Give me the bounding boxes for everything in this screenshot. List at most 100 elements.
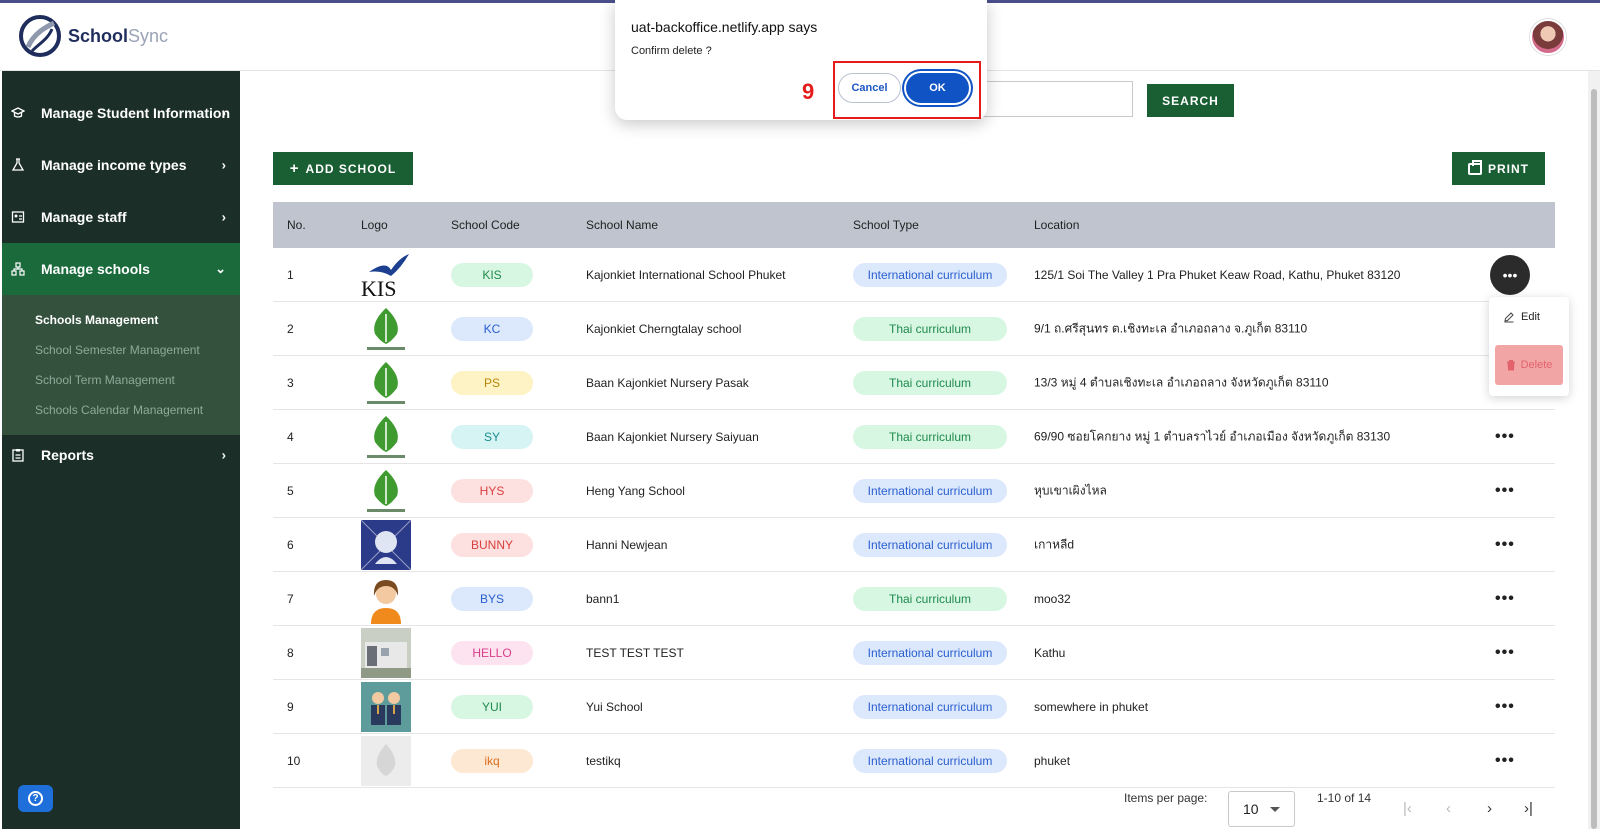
table-header: No. Logo School Code School Name School … <box>273 202 1555 248</box>
trash-icon <box>1506 360 1515 371</box>
school-location: phuket <box>1034 753 1071 768</box>
table-row[interactable]: 8 HELLO TEST TEST TEST International cur… <box>273 626 1555 680</box>
submenu-term-management[interactable]: School Term Management <box>35 373 175 387</box>
school-logo-image <box>361 736 411 786</box>
caret-down-icon <box>1270 807 1280 812</box>
more-actions-icon[interactable]: ••• <box>1495 698 1515 716</box>
school-name: Hanni Newjean <box>586 537 668 552</box>
table-row[interactable]: 1 KIS KIS Kajonkiet International School… <box>273 248 1555 302</box>
scrollbar-thumb[interactable] <box>1591 89 1597 829</box>
school-type-badge: International curriculum <box>853 694 1007 719</box>
edit-menu-item[interactable]: Edit <box>1503 311 1540 323</box>
school-location: somewhere in phuket <box>1034 699 1149 714</box>
sidebar-item-label: Manage schools <box>41 261 150 277</box>
delete-label: Delete <box>1520 359 1553 371</box>
row-number: 3 <box>287 375 294 390</box>
more-actions-icon[interactable]: ••• <box>1490 254 1530 295</box>
more-actions-icon[interactable]: ••• <box>1495 590 1515 608</box>
school-location: 125/1 Soi The Valley 1 Pra Phuket Keaw R… <box>1034 267 1401 282</box>
column-header-logo: Logo <box>361 218 388 232</box>
row-action-menu: Edit Delete <box>1489 297 1569 396</box>
page-scrollbar[interactable] <box>1588 71 1600 829</box>
search-button[interactable]: SEARCH <box>1147 84 1234 117</box>
school-name: testikq <box>586 753 621 768</box>
school-name: Kajonkiet Cherngtalay school <box>586 321 742 336</box>
table-row[interactable]: 4 SY Baan Kajonkiet Nursery Saiyuan Thai… <box>273 410 1555 464</box>
row-number: 4 <box>287 429 294 444</box>
first-page-icon[interactable]: |‹ <box>1403 800 1412 817</box>
submenu-schools-management[interactable]: Schools Management <box>35 313 158 327</box>
sidebar: Manage Student Information › Manage inco… <box>2 71 240 829</box>
delete-menu-item[interactable]: Delete <box>1495 345 1563 385</box>
table-row[interactable]: 10 ikq testikq International curriculum … <box>273 734 1555 788</box>
more-actions-icon[interactable]: ••• <box>1495 428 1515 446</box>
table-row[interactable]: 6 BUNNY Hanni Newjean International curr… <box>273 518 1555 572</box>
sidebar-item-income-types[interactable]: Manage income types › <box>2 139 240 191</box>
table-row[interactable]: 2 KC Kajonkiet Cherngtalay school Thai c… <box>273 302 1555 356</box>
row-number: 2 <box>287 321 294 336</box>
school-type-badge: Thai curriculum <box>853 424 1007 449</box>
print-button[interactable]: PRINT <box>1452 152 1545 185</box>
next-page-icon[interactable]: › <box>1487 800 1492 817</box>
school-name: Baan Kajonkiet Nursery Saiyuan <box>586 429 759 444</box>
id-badge-icon <box>10 209 26 225</box>
school-type-badge: International curriculum <box>853 262 1007 287</box>
school-location: หุบเขาเผิงไหล <box>1034 483 1107 497</box>
column-header-school-code: School Code <box>451 218 520 232</box>
sidebar-item-label: Manage income types <box>41 157 187 173</box>
items-per-page-label: Items per page: <box>1124 791 1208 805</box>
school-code-badge: YUI <box>451 694 533 719</box>
table-row[interactable]: 5 HYS Heng Yang School International cur… <box>273 464 1555 518</box>
school-logo-image: KIS <box>361 250 411 301</box>
more-actions-icon[interactable]: ••• <box>1495 482 1515 500</box>
schools-submenu: Schools Management School Semester Manag… <box>2 295 240 435</box>
more-actions-icon[interactable]: ••• <box>1495 536 1515 554</box>
school-code-badge: KIS <box>451 262 533 287</box>
step-marker: 9 <box>802 79 815 104</box>
school-code-badge: HYS <box>451 478 533 503</box>
row-number: 9 <box>287 699 294 714</box>
pencil-icon <box>1504 312 1514 323</box>
table-row[interactable]: 3 PS Baan Kajonkiet Nursery Pasak Thai c… <box>273 356 1555 410</box>
app-logo[interactable]: SchoolSync <box>18 13 168 59</box>
table-row[interactable]: 9 YUI Yui School International curriculu… <box>273 680 1555 734</box>
school-location: moo32 <box>1034 591 1071 606</box>
previous-page-icon[interactable]: ‹ <box>1446 800 1451 817</box>
submenu-calendar-management[interactable]: Schools Calendar Management <box>35 403 203 417</box>
sidebar-item-reports[interactable]: Reports › <box>2 429 240 481</box>
table-row[interactable]: 7 BYS bann1 Thai curriculum moo32 ••• <box>273 572 1555 626</box>
svg-text:KIS: KIS <box>361 276 396 300</box>
school-code-badge: PS <box>451 370 533 395</box>
school-logo-image <box>361 304 411 354</box>
school-type-badge: Thai curriculum <box>853 370 1007 395</box>
dialog-message: Confirm delete ? <box>631 45 712 57</box>
school-code-badge: ikq <box>451 748 533 773</box>
school-type-badge: International curriculum <box>853 748 1007 773</box>
more-actions-icon[interactable]: ••• <box>1495 752 1515 770</box>
clipboard-icon <box>10 447 26 463</box>
search-input[interactable] <box>975 81 1133 117</box>
school-logo-image <box>361 628 411 678</box>
sidebar-item-schools[interactable]: Manage schools ⌄ <box>2 243 240 295</box>
user-avatar[interactable] <box>1530 19 1566 55</box>
help-button[interactable]: ? <box>18 785 53 812</box>
school-code-badge: BYS <box>451 586 533 611</box>
dialog-title: uat-backoffice.netlify.app says <box>631 19 818 35</box>
row-number: 1 <box>287 267 294 282</box>
school-name: bann1 <box>586 591 620 606</box>
last-page-icon[interactable]: ›| <box>1524 800 1533 817</box>
school-type-badge: International curriculum <box>853 640 1007 665</box>
row-number: 10 <box>287 753 301 768</box>
submenu-semester-management[interactable]: School Semester Management <box>35 343 200 357</box>
chevron-right-icon: › <box>221 105 226 121</box>
add-school-button[interactable]: + ADD SCHOOL <box>273 152 413 185</box>
more-actions-icon[interactable]: ••• <box>1495 644 1515 662</box>
sidebar-item-student-information[interactable]: Manage Student Information › <box>2 87 240 139</box>
school-code-badge: HELLO <box>451 640 533 665</box>
column-header-school-name: School Name <box>586 218 659 232</box>
items-per-page-select[interactable]: 10 <box>1228 791 1295 827</box>
sidebar-item-label: Reports <box>41 447 94 463</box>
column-header-location: Location <box>1034 218 1080 232</box>
school-type-badge: International curriculum <box>853 478 1007 503</box>
sidebar-item-staff[interactable]: Manage staff › <box>2 191 240 243</box>
